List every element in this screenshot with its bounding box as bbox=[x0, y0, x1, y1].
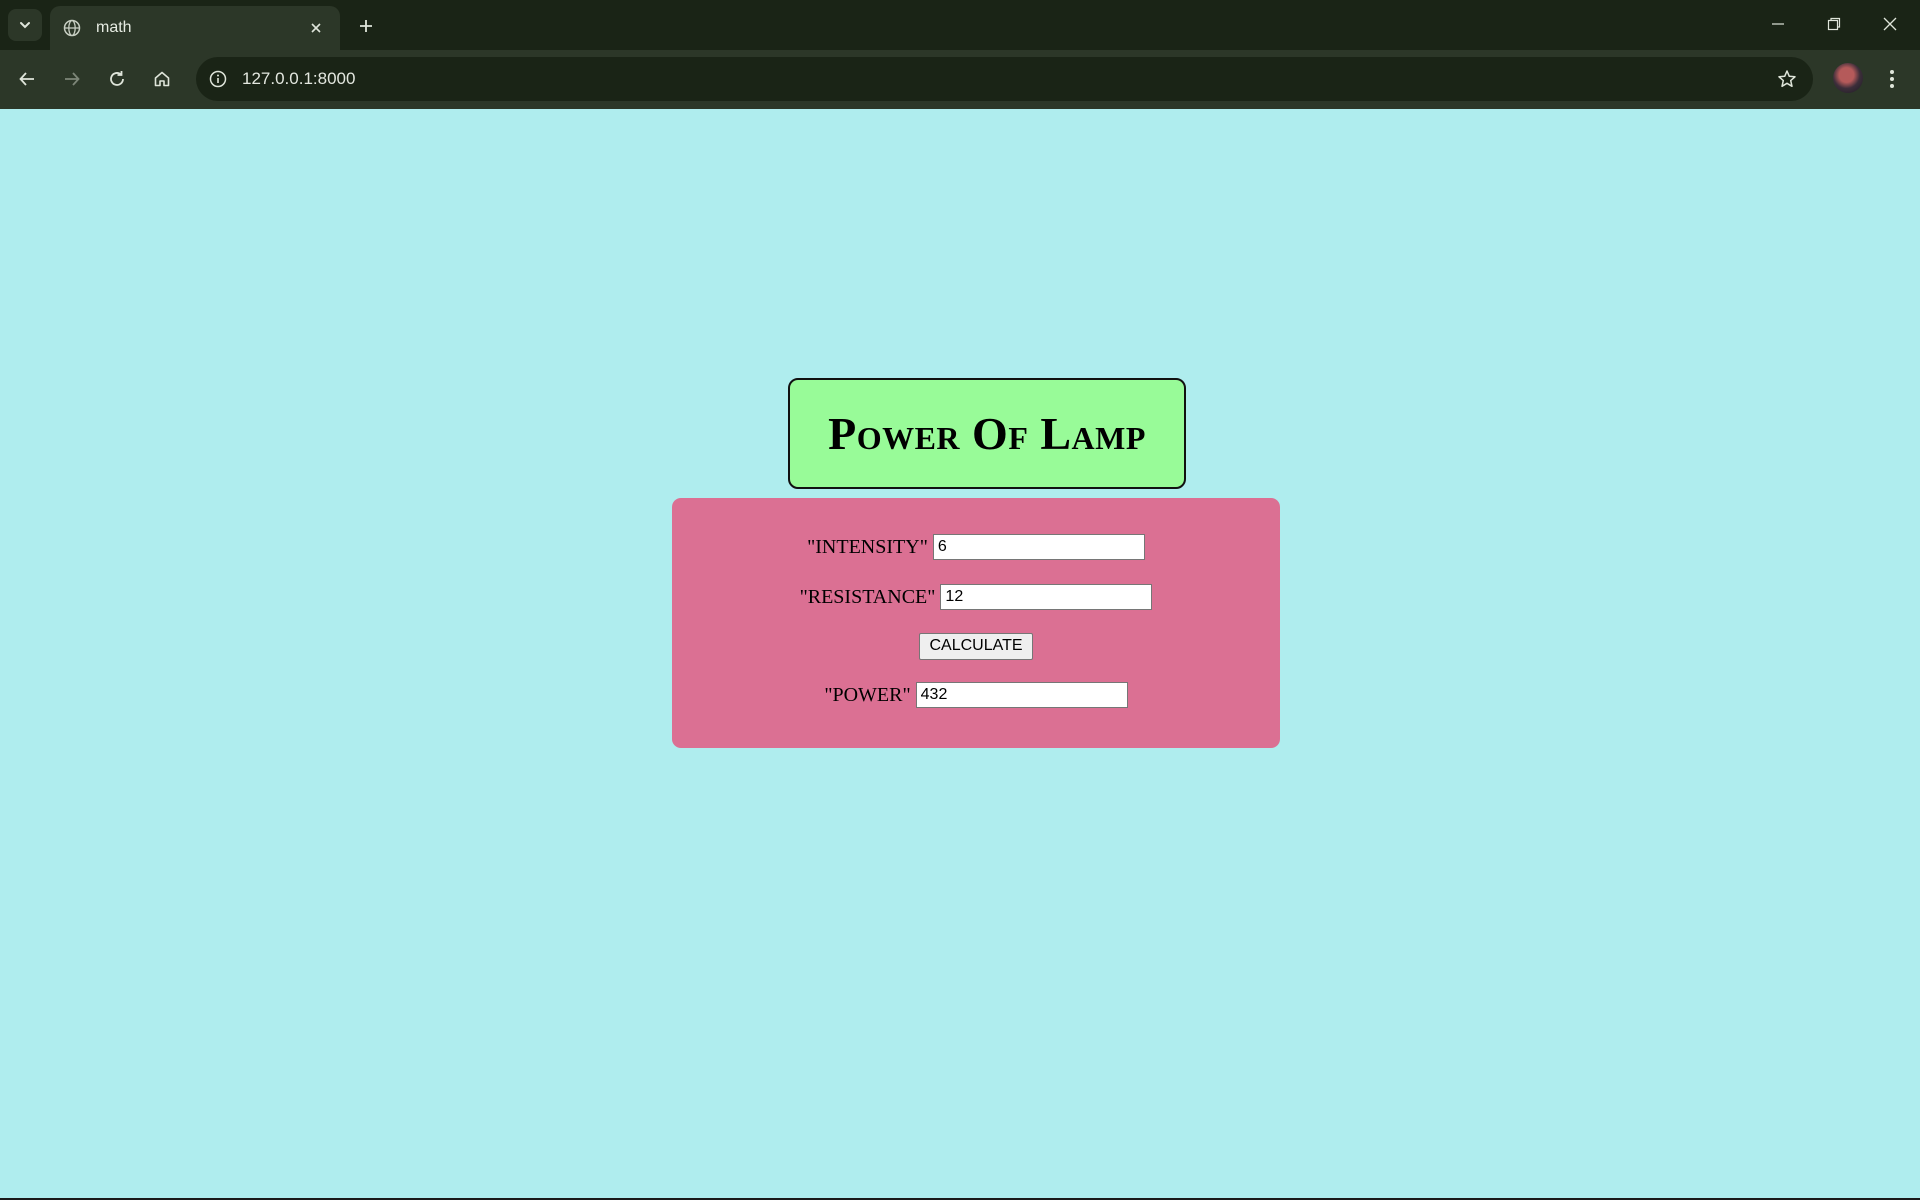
resistance-row: "RESISTANCE" bbox=[672, 582, 1280, 612]
arrow-left-icon bbox=[19, 72, 34, 86]
resistance-label: "RESISTANCE" bbox=[799, 585, 936, 608]
minimize-button[interactable] bbox=[1750, 0, 1806, 48]
power-row: "POWER" bbox=[672, 680, 1280, 710]
calculate-button[interactable]: CALCULATE bbox=[919, 632, 1033, 660]
globe-icon bbox=[62, 18, 82, 38]
home-icon bbox=[154, 71, 170, 87]
browser-menu-button[interactable] bbox=[1880, 63, 1904, 95]
avatar[interactable] bbox=[1833, 63, 1863, 93]
power-label: "POWER" bbox=[824, 683, 911, 706]
intensity-row: "INTENSITY" bbox=[672, 532, 1280, 562]
home-button[interactable] bbox=[146, 63, 178, 95]
url-text[interactable]: 127.0.0.1:8000 bbox=[242, 69, 355, 89]
page-content: Power Of Lamp "INTENSITY" "RESISTANCE" C… bbox=[0, 109, 1920, 1200]
reload-button[interactable] bbox=[101, 63, 133, 95]
plus-icon bbox=[360, 20, 372, 32]
restore-icon bbox=[1827, 17, 1841, 31]
tab-strip: math bbox=[0, 0, 1920, 50]
tab-title: math bbox=[96, 19, 132, 36]
minimize-icon bbox=[1772, 23, 1784, 25]
reload-icon bbox=[110, 71, 124, 86]
close-icon bbox=[1883, 17, 1897, 31]
close-window-button[interactable] bbox=[1862, 0, 1918, 48]
tab-active[interactable]: math bbox=[50, 6, 340, 50]
info-icon[interactable] bbox=[206, 67, 230, 91]
arrow-right-icon bbox=[65, 72, 80, 86]
tab-search-button[interactable] bbox=[8, 9, 42, 41]
page-title: Power Of Lamp bbox=[828, 408, 1146, 459]
calculator-form: "INTENSITY" "RESISTANCE" CALCULATE "POWE… bbox=[672, 498, 1280, 748]
calculate-row: CALCULATE bbox=[672, 631, 1280, 661]
power-output[interactable] bbox=[915, 682, 1128, 708]
intensity-input[interactable] bbox=[932, 534, 1145, 560]
address-bar[interactable]: 127.0.0.1:8000 bbox=[196, 57, 1813, 101]
resistance-input[interactable] bbox=[940, 584, 1153, 610]
star-icon[interactable] bbox=[1775, 67, 1799, 91]
tab-close-button[interactable] bbox=[304, 16, 328, 40]
intensity-label: "INTENSITY" bbox=[807, 535, 928, 558]
chevron-down-icon bbox=[20, 22, 30, 29]
kebab-menu-icon bbox=[1890, 70, 1894, 88]
new-tab-button[interactable] bbox=[352, 12, 380, 40]
close-icon bbox=[311, 23, 321, 33]
browser-chrome: math 127.0.0.1:8000 bbox=[0, 0, 1920, 109]
browser-toolbar: 127.0.0.1:8000 bbox=[0, 50, 1920, 109]
restore-button[interactable] bbox=[1806, 0, 1862, 48]
title-box: Power Of Lamp bbox=[788, 378, 1186, 489]
back-button[interactable] bbox=[11, 63, 43, 95]
forward-button[interactable] bbox=[56, 63, 88, 95]
